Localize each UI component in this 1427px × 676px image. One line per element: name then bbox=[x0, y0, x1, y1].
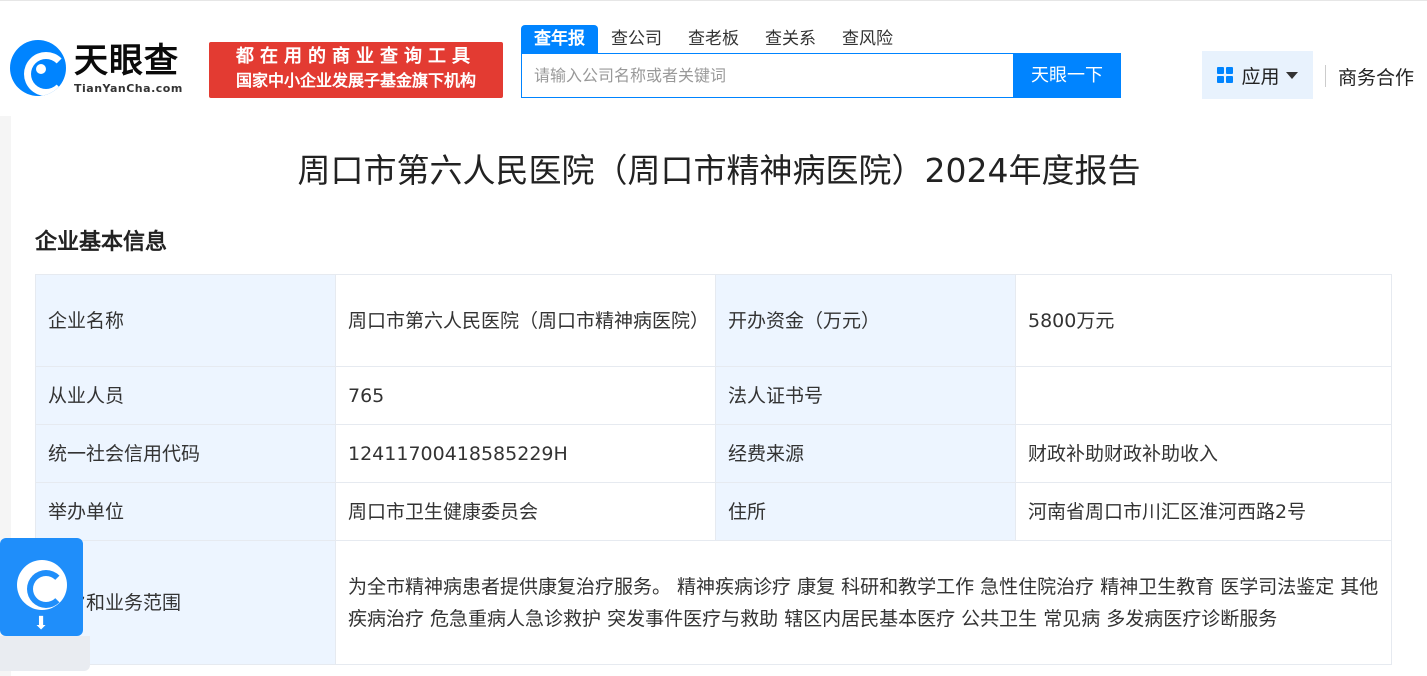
value-capital: 5800万元 bbox=[1015, 274, 1392, 367]
report-title: 周口市第六人民医院（周口市精神病医院）2024年度报告 bbox=[297, 151, 1141, 190]
app-logo-icon bbox=[17, 560, 67, 610]
apps-menu-button[interactable]: 应用 bbox=[1202, 51, 1313, 99]
business-cooperation-link[interactable]: 商务合作 bbox=[1338, 63, 1414, 90]
caret-down-icon bbox=[1285, 71, 1298, 79]
tab-relation[interactable]: 查关系 bbox=[752, 25, 829, 53]
value-funding-source: 财政补助财政补助收入 bbox=[1015, 424, 1392, 483]
table-row: 企业名称 周口市第六人民医院（周口市精神病医院） 开办资金（万元） 5800万元 bbox=[35, 274, 1392, 367]
label-employees: 从业人员 bbox=[35, 366, 336, 425]
search-input[interactable] bbox=[522, 54, 1013, 97]
tab-company[interactable]: 查公司 bbox=[598, 25, 675, 53]
logo-text-en: TianYanCha.com bbox=[74, 81, 183, 95]
tab-risk[interactable]: 查风险 bbox=[829, 25, 906, 53]
basic-info-table: 企业名称 周口市第六人民医院（周口市精神病医院） 开办资金（万元） 5800万元… bbox=[35, 274, 1392, 665]
slogan-banner: 都在用的商业查询工具 国家中小企业发展子基金旗下机构 bbox=[209, 42, 503, 98]
logo-eye-icon bbox=[10, 40, 66, 96]
section-title: 企业基本信息 bbox=[35, 230, 168, 255]
value-certificate-no bbox=[1015, 366, 1392, 425]
value-employees: 765 bbox=[335, 366, 716, 425]
label-certificate-no: 法人证书号 bbox=[715, 366, 1016, 425]
slogan-line-2: 国家中小企业发展子基金旗下机构 bbox=[235, 71, 476, 90]
search-box bbox=[521, 53, 1014, 98]
logo-text-cn: 天眼查 bbox=[74, 40, 179, 81]
label-address: 住所 bbox=[715, 482, 1016, 541]
report-card: 周口市第六人民医院（周口市精神病医院）2024年度报告 企业基本信息 企业名称 … bbox=[11, 116, 1427, 676]
label-funding-source: 经费来源 bbox=[715, 424, 1016, 483]
tianyancha-logo[interactable]: 天眼查 TianYanCha.com bbox=[10, 40, 183, 96]
table-row: 统一社会信用代码 12411700418585229H 经费来源 财政补助财政补… bbox=[35, 424, 1392, 483]
table-row: 举办单位 周口市卫生健康委员会 住所 河南省周口市川汇区淮河西路2号 bbox=[35, 482, 1392, 541]
value-credit-code: 12411700418585229H bbox=[335, 424, 716, 483]
grid-icon bbox=[1217, 67, 1234, 83]
top-header: 天眼查 TianYanCha.com 都在用的商业查询工具 国家中小企业发展子基… bbox=[0, 0, 1427, 116]
table-row: 宗旨和业务范围 为全市精神病患者提供康复治疗服务。 精神疾病诊疗 康复 科研和教… bbox=[35, 540, 1392, 665]
value-sponsor: 周口市卫生健康委员会 bbox=[335, 482, 716, 541]
label-company-name: 企业名称 bbox=[35, 274, 336, 367]
label-credit-code: 统一社会信用代码 bbox=[35, 424, 336, 483]
apps-label: 应用 bbox=[1241, 65, 1280, 88]
value-address: 河南省周口市川汇区淮河西路2号 bbox=[1015, 482, 1392, 541]
download-icon: ⬇ bbox=[33, 613, 49, 634]
value-company-name: 周口市第六人民医院（周口市精神病医院） bbox=[335, 274, 716, 367]
value-business-scope: 为全市精神病患者提供康复治疗服务。 精神疾病诊疗 康复 科研和教学工作 急性住院… bbox=[335, 540, 1392, 665]
label-capital: 开办资金（万元） bbox=[715, 274, 1016, 367]
floating-app-download[interactable]: ⬇ bbox=[0, 538, 83, 636]
tab-annual-report[interactable]: 查年报 bbox=[521, 25, 598, 53]
label-sponsor: 举办单位 bbox=[35, 482, 336, 541]
floating-widget-base bbox=[0, 636, 90, 671]
nav-divider bbox=[1325, 65, 1326, 87]
slogan-line-1: 都在用的商业查询工具 bbox=[236, 46, 476, 67]
search-tabs: 查年报 查公司 查老板 查关系 查风险 bbox=[521, 25, 906, 53]
search-button[interactable]: 天眼一下 bbox=[1013, 53, 1121, 98]
tab-boss[interactable]: 查老板 bbox=[675, 25, 752, 53]
table-row: 从业人员 765 法人证书号 bbox=[35, 366, 1392, 425]
